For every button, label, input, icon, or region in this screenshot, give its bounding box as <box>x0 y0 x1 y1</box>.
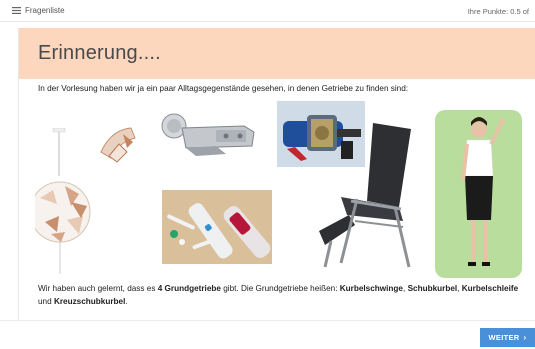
next-button[interactable]: WEITER › <box>480 328 535 347</box>
page-title: Erinnerung.... <box>38 42 161 64</box>
list-icon <box>12 7 21 14</box>
summary-bold: Kurbelschleife <box>461 284 519 293</box>
summary-bold: Kurbelschwinge <box>339 284 403 293</box>
points-display: Ihre Punkte: 0.5 of <box>467 7 529 16</box>
footer-divider <box>0 320 535 321</box>
summary-text: Wir haben auch gelernt, dass es 4 Grundg… <box>38 282 528 308</box>
summary-part: gibt. Die Grundgetriebe heißen: <box>220 284 340 293</box>
chevron-right-icon: › <box>523 333 527 342</box>
intro-text: In der Vorlesung haben wir ja ein paar A… <box>38 84 409 93</box>
summary-bold: Kreuzschubkurbel <box>53 297 126 306</box>
summary-part: und <box>38 297 54 306</box>
top-bar: Fragenliste Ihre Punkte: 0.5 of <box>0 0 535 22</box>
question-list-button[interactable]: Fragenliste <box>12 6 65 15</box>
summary-bold: Schubkurbel <box>407 284 458 293</box>
electric-toothbrush-image <box>162 190 272 264</box>
summary-bold: 4 Grundgetriebe <box>157 284 221 293</box>
cabinet-hinge-image <box>156 108 268 160</box>
next-button-label: WEITER <box>488 333 520 342</box>
summary-part: Wir haben auch gelernt, dass es <box>38 284 158 293</box>
lamp-detail-image <box>97 122 141 166</box>
person-waving-image <box>435 110 522 278</box>
reclining-chair-image <box>311 121 435 271</box>
title-banner: Erinnerung.... <box>19 28 535 79</box>
summary-part: . <box>125 297 128 306</box>
pendant-lamp-image <box>35 128 101 274</box>
content-card: Erinnerung.... In der Vorlesung haben wi… <box>18 28 535 320</box>
question-list-label: Fragenliste <box>25 6 65 15</box>
